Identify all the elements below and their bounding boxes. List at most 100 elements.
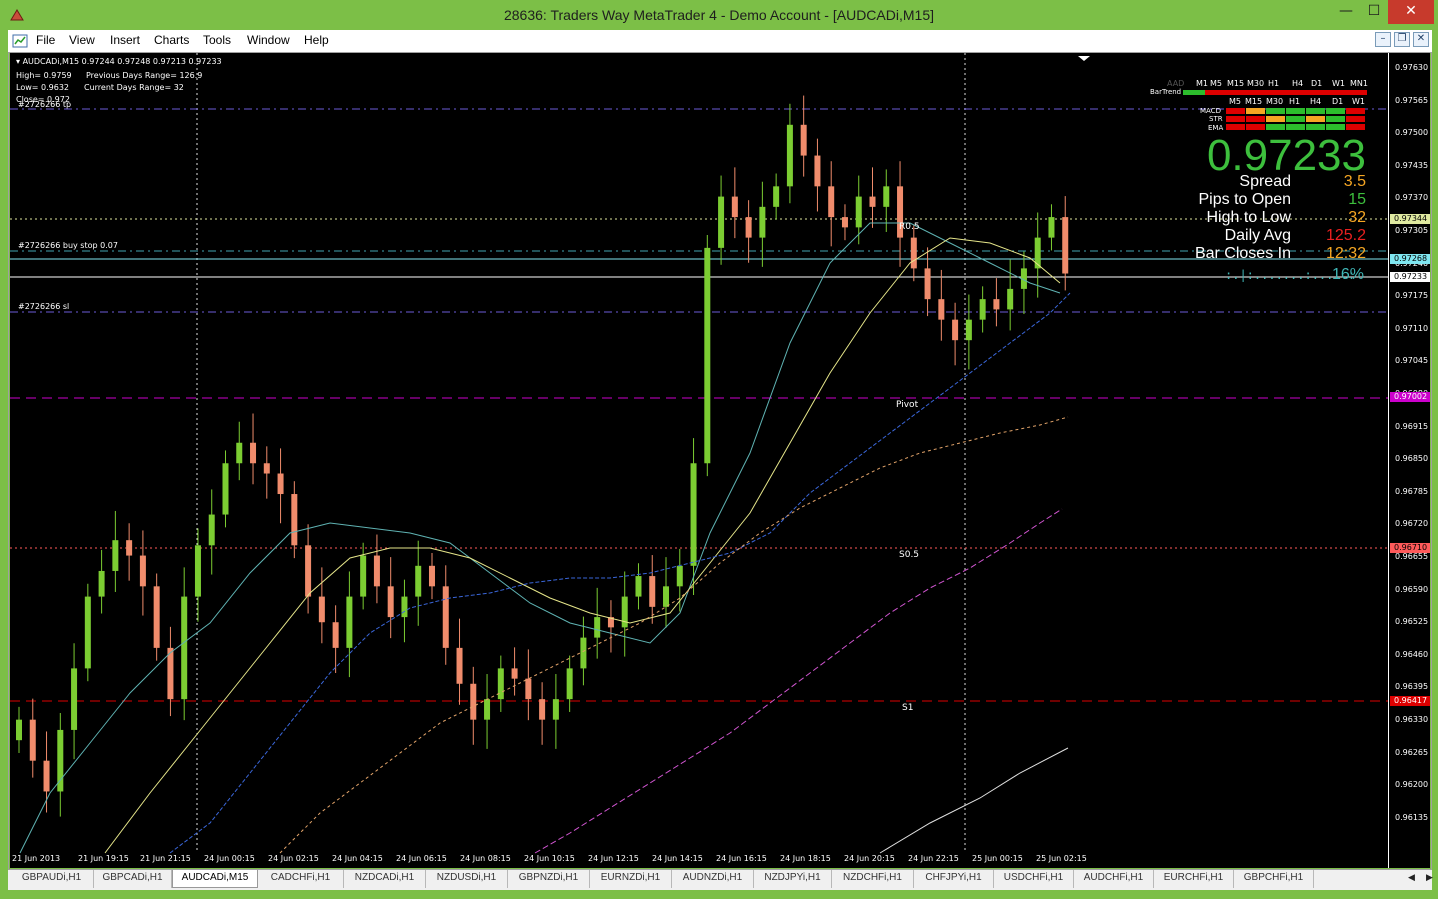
price-tick-label: 0.96265 — [1395, 747, 1429, 757]
chart-tab[interactable]: GBPCHFi,H1 — [1234, 870, 1314, 888]
close-button[interactable]: ✕ — [1388, 0, 1434, 24]
candle-body — [29, 719, 36, 761]
tab-scroll-left-icon[interactable]: ◀ — [1408, 873, 1415, 883]
menu-view[interactable]: View — [69, 33, 95, 47]
time-tick-label: 21 Jun 19:15 — [78, 854, 129, 863]
indicator-cell — [1266, 108, 1285, 114]
indicator-cell — [1246, 124, 1265, 130]
candle-body — [71, 668, 78, 730]
price-tick-label: 0.96135 — [1395, 812, 1429, 822]
indicator-cell — [1346, 124, 1365, 130]
chart-tab[interactable]: CHFJPYi,H1 — [914, 870, 994, 888]
candle-body — [993, 299, 1000, 310]
candle-body — [731, 196, 738, 218]
menu-window[interactable]: Window — [247, 33, 290, 47]
bar-closes-label: Bar Closes In — [1194, 245, 1291, 262]
candle-body — [497, 668, 504, 700]
candle-body — [580, 637, 587, 669]
chart-tab[interactable]: GBPCADi,H1 — [94, 870, 172, 888]
candle-body — [236, 442, 243, 464]
chart-tab[interactable]: EURNZDi,H1 — [590, 870, 672, 888]
indicator-cell — [1266, 116, 1285, 122]
time-tick-label: 24 Jun 06:15 — [396, 854, 447, 863]
chart-tab[interactable]: NZDUSDi,H1 — [426, 870, 508, 888]
price-tag: 0.97344 — [1390, 214, 1430, 224]
timeframe-label: D1 — [1332, 97, 1344, 106]
timeframe-label: D1 — [1311, 79, 1323, 88]
chart-tab[interactable]: EURCHFi,H1 — [1154, 870, 1234, 888]
price-tick-label: 0.96200 — [1395, 780, 1429, 790]
candle-body — [43, 760, 50, 792]
menu-insert[interactable]: Insert — [110, 33, 140, 47]
price-tick-label: 0.96395 — [1395, 682, 1429, 692]
pivot-label: Pivot — [896, 400, 919, 410]
candle-body — [401, 596, 408, 618]
price-tag: 0.96710 — [1390, 543, 1430, 553]
chart-tab[interactable]: AUDNZDi,H1 — [672, 870, 754, 888]
price-axis[interactable]: 0.97630 0.97565 0.97500 0.97435 0.97370 0.973… — [1388, 53, 1430, 868]
maximize-button[interactable]: ☐ — [1358, 0, 1390, 24]
candle-body — [305, 545, 312, 597]
pips-value: 15 — [1348, 191, 1366, 208]
timeframe-label: M30 — [1247, 79, 1265, 88]
indicator-cell — [1306, 124, 1325, 130]
time-tick-label: 24 Jun 12:15 — [588, 854, 639, 863]
candle-body — [470, 683, 477, 720]
timeframe-label: W1 — [1352, 97, 1365, 106]
candle-body — [594, 617, 601, 638]
menu-file[interactable]: File — [36, 33, 55, 47]
candle-body — [979, 299, 986, 320]
chart-tab[interactable]: NZDCADi,H1 — [344, 870, 426, 888]
time-tick-label: 25 Jun 00:15 — [972, 854, 1023, 863]
buystop-label: #2726266 buy stop 0.07 — [18, 241, 118, 250]
ma-medium-line — [104, 237, 1061, 854]
price-tag: 0.97268 — [1390, 254, 1430, 264]
indicator-cell — [1246, 108, 1265, 114]
price-tick-label: 0.96525 — [1395, 617, 1429, 627]
chart-tab[interactable]: NZDCHFi,H1 — [832, 870, 914, 888]
tab-scroll-right-icon[interactable]: ▶ — [1426, 873, 1433, 883]
chart-tab[interactable]: CADCHFi,H1 — [258, 870, 344, 888]
indicator-cell — [1326, 116, 1345, 122]
symbol-dropdown-icon[interactable]: ▾ — [16, 57, 20, 66]
ma-verylong-line — [534, 508, 1063, 854]
bartrend-label: BarTrend — [1150, 88, 1182, 96]
price-tag: 0.97233 — [1390, 272, 1430, 282]
mdi-close-button[interactable]: ✕ — [1413, 32, 1429, 47]
candle-body — [635, 576, 642, 597]
timeframe-label: M5 — [1229, 97, 1241, 106]
chart-tab[interactable]: AUDCADi,M15 — [172, 870, 258, 888]
timeframe-label: MN1 — [1350, 79, 1368, 88]
time-tick-label: 24 Jun 04:15 — [332, 854, 383, 863]
price-tick-label: 0.97565 — [1395, 95, 1429, 105]
candle-body — [676, 565, 683, 587]
indicator-cell — [1286, 124, 1305, 130]
menu-help[interactable]: Help — [304, 33, 329, 47]
price-tick-label: 0.96460 — [1395, 649, 1429, 659]
mdi-restore-button[interactable]: ❐ — [1394, 32, 1410, 47]
candle-body — [690, 463, 697, 566]
ma-trend-line — [879, 747, 1069, 854]
menu-charts[interactable]: Charts — [154, 33, 189, 47]
chart-tab[interactable]: GBPNZDi,H1 — [508, 870, 590, 888]
low-value: Low= 0.9632 — [16, 83, 69, 92]
price-tick-label: 0.97175 — [1395, 291, 1429, 301]
previous-days-range: Previous Days Range= 126.9 — [86, 71, 203, 80]
chart-tab[interactable]: AUDCHFi,H1 — [1074, 870, 1154, 888]
timeframe-label: H4 — [1292, 79, 1304, 88]
chart-window-icon[interactable] — [12, 33, 28, 49]
candle-body — [194, 545, 201, 597]
candle-body — [318, 596, 325, 623]
chart-area[interactable]: ▾ AUDCADi,M15 0.97244 0.97248 0.97213 0.… — [10, 53, 1388, 868]
chart-tab[interactable]: GBPAUDi,H1 — [10, 870, 94, 888]
candle-body — [525, 678, 532, 700]
menu-bar: File View Insert Charts Tools Window Hel… — [8, 30, 1432, 52]
candle-body — [566, 668, 573, 700]
mdi-minimize-button[interactable]: – — [1375, 32, 1391, 47]
chart-tab[interactable]: USDCHFi,H1 — [994, 870, 1074, 888]
candle-body — [704, 247, 711, 464]
timeframe-label: M5 — [1210, 79, 1222, 88]
chart-tab[interactable]: NZDJPYi,H1 — [754, 870, 832, 888]
menu-tools[interactable]: Tools — [203, 33, 231, 47]
candle-body — [277, 473, 284, 495]
